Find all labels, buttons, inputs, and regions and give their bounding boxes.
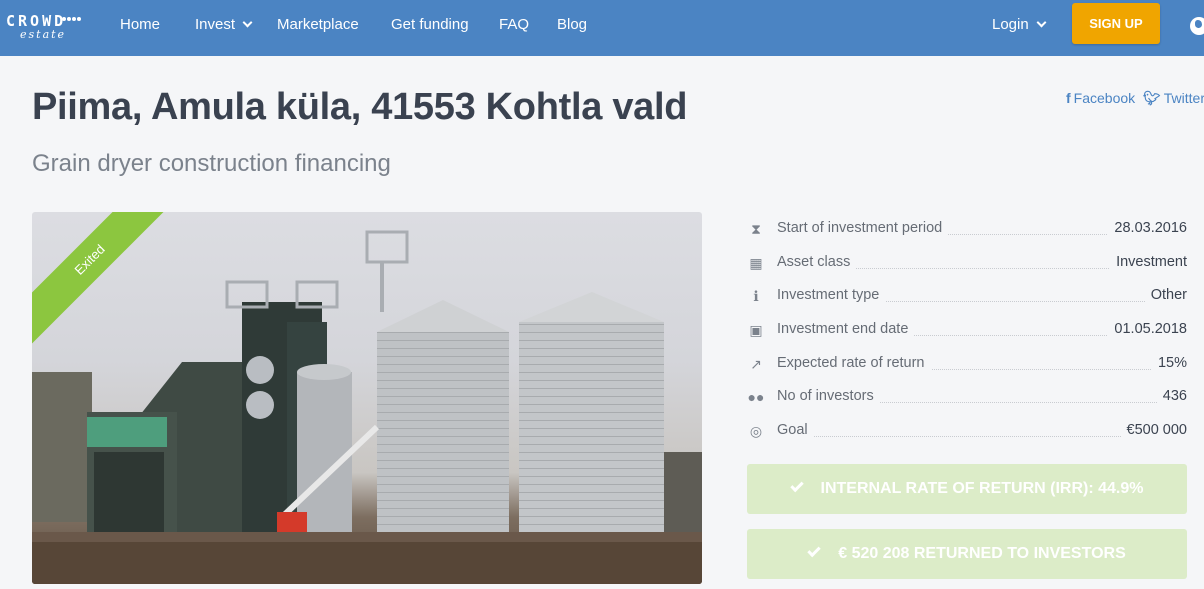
detail-row-investment-type: ℹ Investment type Other: [747, 286, 1187, 308]
detail-label: Expected rate of return: [777, 355, 931, 371]
signup-button[interactable]: SIGN UP: [1072, 3, 1160, 44]
status-ribbon-label: Exited: [32, 212, 188, 358]
nav-invest[interactable]: Invest: [195, 16, 253, 34]
info-icon: ℹ: [753, 288, 759, 304]
facebook-icon: f: [1066, 90, 1071, 106]
nav-marketplace[interactable]: Marketplace: [277, 16, 359, 34]
page-title: Piima, Amula küla, 41553 Kohtla vald: [32, 86, 688, 128]
top-navbar: CROWD estate Home Invest Marketplace Get…: [0, 0, 1204, 56]
share-facebook-label: Facebook: [1073, 90, 1136, 106]
share-twitter-label: Twitter: [1163, 90, 1204, 106]
detail-value: Other: [1144, 287, 1187, 303]
detail-value: 28.03.2016: [1108, 220, 1187, 236]
detail-label: Investment type: [777, 287, 886, 303]
nav-faq[interactable]: FAQ: [499, 16, 529, 34]
nav-home[interactable]: Home: [120, 16, 160, 34]
checkmark-icon: [807, 543, 821, 558]
detail-label: Start of investment period: [777, 220, 949, 236]
detail-row-expected-return: ↗ Expected rate of return 15%: [747, 354, 1187, 376]
detail-label: Asset class: [777, 254, 857, 270]
chevron-down-icon: [1036, 17, 1047, 28]
users-icon: ●●: [747, 389, 765, 405]
status-ribbon: Exited: [32, 212, 202, 382]
returned-stat-label: € 520 208 RETURNED TO INVESTORS: [838, 545, 1126, 562]
hourglass-icon: ⧗: [751, 221, 761, 237]
nav-marketplace-label: Marketplace: [277, 16, 359, 33]
page-subtitle: Grain dryer construction financing: [32, 150, 391, 177]
crowdestate-logo[interactable]: CROWD estate: [6, 8, 92, 42]
globe-icon[interactable]: [1190, 17, 1204, 35]
project-photo: Exited: [32, 212, 702, 584]
irr-stat-box: INTERNAL RATE OF RETURN (IRR): 44.9%: [747, 464, 1187, 514]
detail-value: 436: [1156, 388, 1187, 404]
login-menu[interactable]: Login: [992, 16, 1047, 34]
detail-label: Investment end date: [777, 321, 915, 337]
share-facebook-link[interactable]: f Facebook: [1066, 90, 1135, 106]
share-twitter-link[interactable]: 🐦︎ Twitter: [1143, 90, 1204, 107]
target-icon: ◎: [749, 423, 763, 439]
chevron-down-icon: [242, 17, 253, 28]
detail-label: Goal: [777, 422, 814, 438]
nav-home-label: Home: [120, 16, 161, 33]
detail-row-start-period: ⧗ Start of investment period 28.03.2016: [747, 219, 1187, 241]
logo-subword: estate: [20, 28, 67, 41]
detail-row-asset-class: ▦ Asset class Investment: [747, 253, 1187, 275]
calendar-icon: ▣: [749, 322, 763, 338]
detail-value: €500 000: [1120, 422, 1187, 438]
detail-label: No of investors: [777, 388, 880, 404]
nav-faq-label: FAQ: [499, 16, 530, 33]
detail-row-investors: ●● No of investors 436: [747, 387, 1187, 409]
nav-get-funding-label: Get funding: [391, 16, 469, 33]
nav-blog[interactable]: Blog: [557, 16, 587, 34]
detail-value: Investment: [1110, 254, 1187, 270]
irr-stat-label: INTERNAL RATE OF RETURN (IRR): 44.9%: [820, 480, 1144, 497]
twitter-icon: 🐦︎: [1143, 90, 1161, 106]
building-icon: ▦: [749, 255, 763, 271]
detail-row-goal: ◎ Goal €500 000: [747, 421, 1187, 443]
nav-blog-label: Blog: [557, 16, 588, 33]
nav-invest-label: Invest: [195, 16, 236, 33]
nav-get-funding[interactable]: Get funding: [391, 16, 469, 34]
detail-value: 15%: [1151, 355, 1187, 371]
checkmark-icon: [789, 478, 804, 493]
returned-stat-box: € 520 208 RETURNED TO INVESTORS: [747, 529, 1187, 579]
detail-value: 01.05.2018: [1108, 321, 1187, 337]
detail-row-end-date: ▣ Investment end date 01.05.2018: [747, 320, 1187, 342]
chart-line-icon: ↗: [750, 356, 762, 372]
login-label: Login: [992, 16, 1029, 33]
